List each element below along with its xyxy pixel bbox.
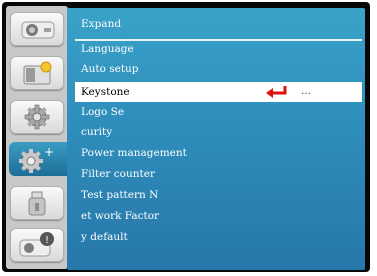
menu-item-filter-counter[interactable]: Filter counter [75,164,362,184]
menu-item-label: Keystone [81,86,130,98]
menu-category-sidebar: + ! [6,6,71,269]
svg-text:+: + [44,145,54,159]
projector-menu-window: + ! Expand Language Auto setup Keystone [2,2,370,272]
submenu-ellipsis: … [301,86,311,97]
menu-item-expand[interactable]: Expand [75,14,362,34]
menu-item-auto-setup[interactable]: Auto setup [75,59,362,79]
menu-item-test-pattern-network[interactable]: Test pattern N [75,185,362,205]
image-adjust-icon [23,61,52,85]
enter-arrow-icon [266,86,287,98]
menu-item-factory-default[interactable]: y default [75,227,362,247]
info-icon: ! [19,232,54,257]
expand-gear-icon: + [19,145,54,173]
menu-item-power-management[interactable]: Power management [75,143,362,163]
usb-icon [28,191,46,216]
sidebar-tab-settings[interactable] [10,100,64,134]
sidebar-tab-info[interactable]: ! [10,228,64,262]
settings-gear-icon [24,104,50,130]
menu-item-logo-security-cont[interactable]: curity [75,122,362,142]
sidebar-tab-usb[interactable] [10,186,64,220]
menu-item-keystone[interactable]: Keystone … [75,82,362,102]
svg-text:!: ! [45,235,49,246]
menu-item-network-factory[interactable]: et work Factor [75,206,362,226]
sidebar-tab-picture[interactable] [10,12,64,46]
sidebar-tab-expand[interactable]: + [9,142,71,176]
picture-icon [21,21,55,39]
menu-item-logo-security[interactable]: Logo Se [75,102,362,122]
menu-panel: Expand Language Auto setup Keystone … Lo… [67,8,365,270]
menu-item-language[interactable]: Language [75,39,362,59]
sidebar-tab-image-adjust[interactable] [10,56,64,90]
